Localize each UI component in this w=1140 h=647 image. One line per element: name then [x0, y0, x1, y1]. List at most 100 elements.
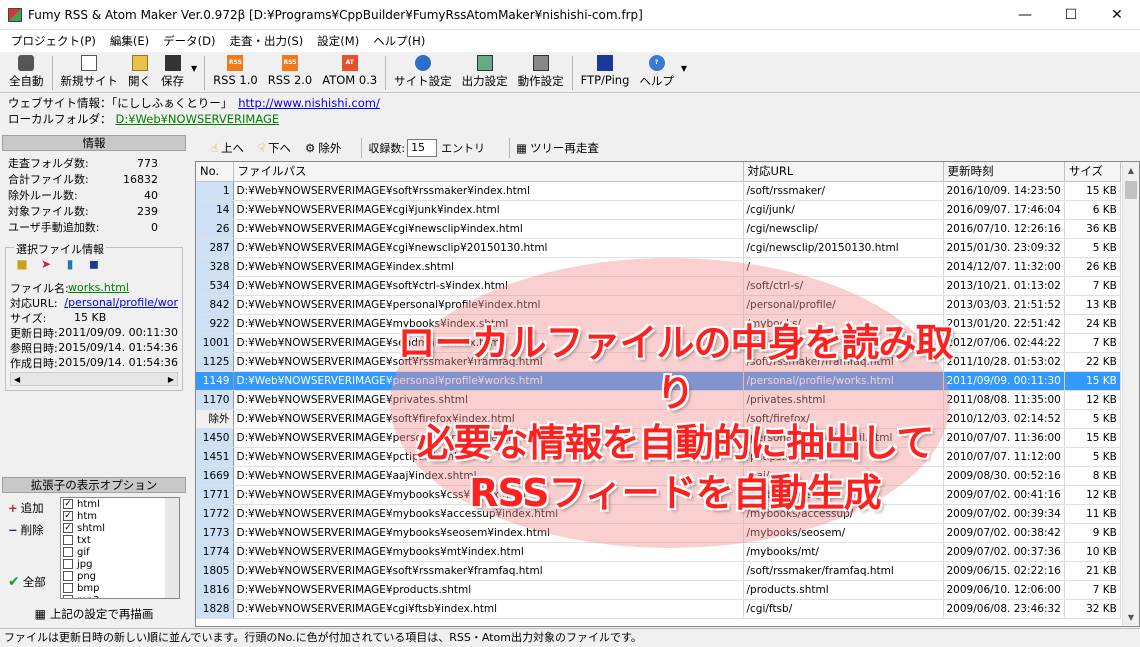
table-row[interactable]: 1 D:¥Web¥NOWSERVERIMAGE¥soft¥rssmaker¥ind…: [196, 181, 1121, 201]
open-button[interactable]: 開く: [123, 52, 156, 92]
ftp-small-icon[interactable]: ◼: [86, 256, 102, 272]
move-down-button[interactable]: ☟ 下へ: [258, 140, 291, 156]
column-header-size[interactable]: サイズ: [1064, 162, 1121, 182]
extension-list-scrollbar[interactable]: [165, 498, 179, 598]
file-name-value[interactable]: works.html: [68, 281, 129, 294]
add-extension-button[interactable]: + 追加: [8, 497, 60, 519]
extension-checkbox[interactable]: [63, 535, 73, 545]
rss20-button[interactable]: RSS RSS 2.0: [263, 52, 318, 92]
help-dropdown-icon[interactable]: ▼: [681, 64, 687, 73]
extension-item[interactable]: gif: [61, 546, 179, 558]
file-url-value[interactable]: /personal/profile/wor: [64, 296, 178, 309]
file-size: 36 KB: [1064, 219, 1121, 239]
table-row[interactable]: 1816 D:¥Web¥NOWSERVERIMAGE¥products.shtml…: [196, 580, 1121, 600]
select-all-button[interactable]: ✔ 全部: [8, 571, 60, 593]
scroll-up-icon[interactable]: ▲: [1123, 162, 1139, 179]
exclude-button[interactable]: ⚙ 除外: [305, 140, 341, 156]
table-row[interactable]: 287 D:¥Web¥NOWSERVERIMAGE¥cgi¥newsclip¥20…: [196, 238, 1121, 258]
menu-data[interactable]: データ(D): [156, 33, 222, 49]
exclude-icon: ⚙: [305, 141, 316, 155]
atom-icon: AT: [341, 55, 358, 71]
local-folder-link[interactable]: D:¥Web¥NOWSERVERIMAGE: [116, 112, 280, 126]
new-file-icon: [81, 55, 98, 71]
extension-checkbox[interactable]: [63, 595, 73, 598]
file-url: /mybooks/mt/: [743, 542, 944, 562]
extension-checkbox[interactable]: ✓: [63, 499, 73, 509]
rss20-label: RSS 2.0: [267, 73, 313, 87]
table-row[interactable]: 26 D:¥Web¥NOWSERVERIMAGE¥cgi¥newsclip¥ind…: [196, 219, 1121, 239]
scroll-thumb[interactable]: [1125, 181, 1137, 199]
scroll-down-icon[interactable]: ▼: [1123, 609, 1139, 626]
site-url-link[interactable]: http://www.nishishi.com/: [238, 96, 380, 110]
column-header-path[interactable]: ファイルパス: [233, 162, 744, 182]
overlay-caption: ローカルファイルの中身を読み取り 必要な情報を自動的に抽出して RSSフィードを…: [380, 318, 970, 518]
extension-checkbox[interactable]: ✓: [63, 523, 73, 533]
row-number: 1450: [196, 428, 234, 448]
scroll-right-icon[interactable]: ▶: [168, 375, 174, 384]
extension-checkbox[interactable]: [63, 559, 73, 569]
atom03-button[interactable]: AT ATOM 0.3: [317, 52, 382, 92]
extension-item[interactable]: mp3: [61, 594, 179, 598]
file-url-row: 対応URL: /personal/profile/wor: [10, 295, 178, 310]
behavior-settings-button[interactable]: 動作設定: [513, 52, 569, 92]
extension-item[interactable]: ✓ shtml: [61, 522, 179, 534]
table-row[interactable]: 14 D:¥Web¥NOWSERVERIMAGE¥cgi¥junk¥index.h…: [196, 200, 1121, 220]
file-updated-key: 更新日時:: [10, 326, 58, 340]
auto-button[interactable]: 全自動: [4, 52, 49, 92]
output-settings-button[interactable]: 出力設定: [457, 52, 513, 92]
ftp-ping-button[interactable]: FTP/Ping: [576, 52, 635, 92]
file-url: /cgi/newsclip/20150130.html: [743, 238, 944, 258]
menu-help[interactable]: ヘルプ(H): [366, 33, 432, 49]
export-icon[interactable]: ➤: [38, 256, 54, 272]
site-info-label: ウェブサイト情報：「にししふぁくとりー」: [8, 96, 233, 110]
close-button[interactable]: ✕: [1094, 0, 1140, 30]
column-header-modified[interactable]: 更新時刻: [943, 162, 1065, 182]
column-header-url[interactable]: 対応URL: [743, 162, 944, 182]
entry-count-input[interactable]: 15: [407, 139, 438, 157]
save-button[interactable]: 保存: [156, 52, 189, 92]
scroll-left-icon[interactable]: ◀: [14, 375, 20, 384]
extension-item[interactable]: ✓ htm: [61, 510, 179, 522]
extension-name: bmp: [77, 582, 100, 594]
site-settings-button[interactable]: サイト設定: [389, 52, 457, 92]
extension-item[interactable]: ✓ html: [61, 498, 179, 510]
open-folder-icon[interactable]: ■: [14, 256, 30, 272]
file-path: D:¥Web¥NOWSERVERIMAGE¥cgi¥ftsb¥index.htm…: [233, 599, 744, 619]
rescan-tree-button[interactable]: ▦ ツリー再走査: [516, 140, 599, 156]
menu-settings[interactable]: 設定(M): [310, 33, 366, 49]
extension-item[interactable]: jpg: [61, 558, 179, 570]
extension-checkbox[interactable]: [63, 571, 73, 581]
new-site-label: 新規サイト: [60, 74, 119, 88]
row-number: 328: [196, 257, 234, 277]
table-row[interactable]: 1828 D:¥Web¥NOWSERVERIMAGE¥cgi¥ftsb¥index…: [196, 599, 1121, 619]
extension-item[interactable]: png: [61, 570, 179, 582]
extension-checkbox[interactable]: ✓: [63, 511, 73, 521]
redraw-button[interactable]: ▦ 上記の設定で再描画: [2, 603, 186, 625]
save-dropdown-icon[interactable]: ▼: [191, 64, 197, 73]
window-controls: — ☐ ✕: [1002, 0, 1140, 30]
table-header-row: No. ファイルパス 対応URL 更新時刻 サイズ: [196, 162, 1121, 182]
minimize-button[interactable]: —: [1002, 0, 1048, 30]
column-header-no[interactable]: No.: [196, 162, 234, 182]
extension-checkbox[interactable]: [63, 547, 73, 557]
extension-item[interactable]: bmp: [61, 582, 179, 594]
maximize-button[interactable]: ☐: [1048, 0, 1094, 30]
menu-scan-output[interactable]: 走査・出力(S): [223, 33, 311, 49]
entry-count-label: 収録数:: [368, 142, 406, 155]
extension-checkbox[interactable]: [63, 583, 73, 593]
table-row[interactable]: 1805 D:¥Web¥NOWSERVERIMAGE¥soft¥rssmaker¥…: [196, 561, 1121, 581]
document-icon[interactable]: ▮: [62, 256, 78, 272]
new-site-button[interactable]: 新規サイト: [56, 52, 124, 92]
output-settings-icon: [476, 55, 493, 71]
extension-item[interactable]: txt: [61, 534, 179, 546]
move-up-button[interactable]: ☝ 上へ: [211, 140, 244, 156]
rss10-button[interactable]: RSS RSS 1.0: [208, 52, 263, 92]
menu-edit[interactable]: 編集(E): [103, 33, 156, 49]
vertical-scrollbar[interactable]: ▲ ▼: [1122, 162, 1139, 626]
toolbar-separator: [509, 138, 511, 158]
help-button[interactable]: ? ヘルプ: [634, 52, 679, 92]
file-size: 15 KB: [1064, 428, 1121, 448]
horizontal-scrollbar[interactable]: ◀ ▶: [10, 372, 178, 386]
menu-project[interactable]: プロジェクト(P): [4, 33, 103, 49]
delete-extension-button[interactable]: − 削除: [8, 519, 60, 541]
